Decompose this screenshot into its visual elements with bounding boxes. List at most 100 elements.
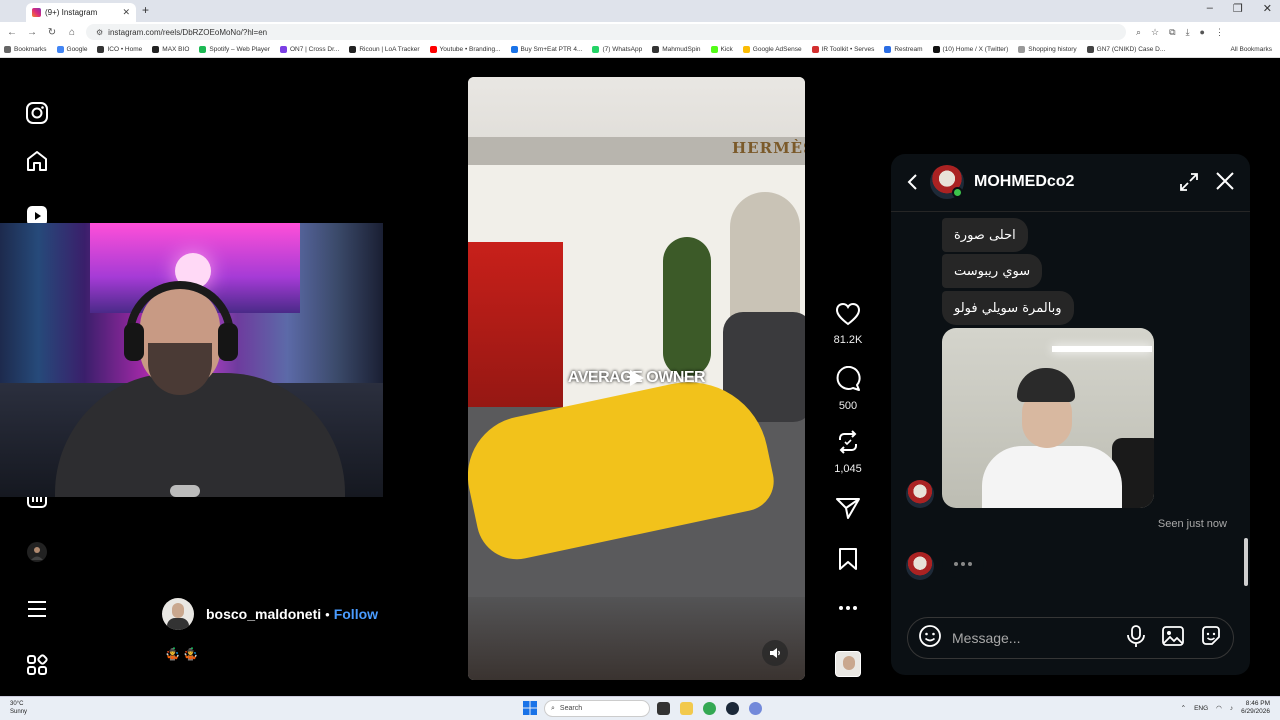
bookmark-label: Restream xyxy=(894,46,923,53)
bookmark-item[interactable]: Shopping history xyxy=(1018,46,1077,53)
discord-icon[interactable] xyxy=(749,702,762,715)
weather-widget[interactable]: 30°C Sunny xyxy=(10,700,27,716)
bookmark-label: Google AdSense xyxy=(752,46,802,53)
bookmark-item[interactable]: Google AdSense xyxy=(742,46,802,53)
dm-header: MOHMEDco2 xyxy=(891,154,1250,212)
zoom-icon[interactable]: ⌕ xyxy=(1136,27,1141,38)
send-icon xyxy=(836,498,860,519)
maximize-button[interactable]: ❐ xyxy=(1233,2,1243,15)
save-button[interactable] xyxy=(826,547,870,576)
author-username[interactable]: bosco_maldoneti xyxy=(206,606,321,622)
taskbar-search[interactable]: ⌕ Search xyxy=(544,700,650,717)
emoji-icon[interactable] xyxy=(918,624,942,653)
site-info-icon[interactable]: ⚙ xyxy=(96,28,103,37)
original-audio-thumbnail[interactable] xyxy=(835,651,861,677)
volume-icon[interactable] xyxy=(762,640,788,666)
task-view-icon[interactable] xyxy=(657,702,670,715)
url-field[interactable]: ⚙ instagram.com/reels/DbRZOEoMoNo/?hl=en xyxy=(86,24,1126,40)
star-icon[interactable]: ☆ xyxy=(1151,27,1159,38)
dm-scrollbar[interactable] xyxy=(1244,218,1248,590)
home-icon[interactable] xyxy=(24,148,50,174)
comment-button[interactable]: 500 xyxy=(826,365,870,412)
tray-chevron-icon[interactable]: ⌃ xyxy=(1181,704,1186,712)
profile-avatar[interactable] xyxy=(24,539,50,565)
sender-avatar[interactable] xyxy=(906,552,934,580)
browser-tab[interactable]: (9+) Instagram ✕ xyxy=(26,3,136,22)
bookmark-item[interactable]: Buy Sm+Eat PTR 4... xyxy=(510,46,582,53)
profile-icon[interactable]: ● xyxy=(1200,27,1205,38)
forward-button[interactable]: → xyxy=(24,27,40,38)
microphone-icon[interactable] xyxy=(1125,624,1147,653)
extensions-icon[interactable]: ⧉ xyxy=(1169,27,1175,38)
close-icon[interactable] xyxy=(1214,170,1236,192)
sticker-icon[interactable] xyxy=(1199,624,1223,653)
sender-avatar[interactable] xyxy=(906,480,934,508)
reel-author: bosco_maldoneti • Follow xyxy=(162,598,378,630)
system-clock[interactable]: 8:46 PM 6/29/2026 xyxy=(1241,700,1270,716)
message-composer xyxy=(907,617,1234,659)
chrome-icon[interactable] xyxy=(703,702,716,715)
bookmark-item[interactable]: Kick xyxy=(710,46,733,53)
back-arrow-icon[interactable] xyxy=(903,172,923,192)
bookmark-item[interactable]: (10) Home / X (Twitter) xyxy=(932,46,1008,53)
author-avatar[interactable] xyxy=(162,598,194,630)
expand-icon[interactable] xyxy=(1179,172,1199,192)
menu-icon[interactable]: ⋮ xyxy=(1215,27,1224,38)
home-icon[interactable]: ⌂ xyxy=(64,27,80,38)
close-tab-icon[interactable]: ✕ xyxy=(122,7,130,18)
message-input[interactable] xyxy=(952,630,1102,646)
bookmark-item[interactable]: IR Toolkit • Serves xyxy=(811,46,874,53)
download-icon[interactable]: ⤓ xyxy=(1186,27,1190,38)
shared-photo-message[interactable] xyxy=(942,328,1154,508)
bookmark-item[interactable]: ICO • Home xyxy=(97,46,142,53)
bookmark-item[interactable]: MahmudSpin xyxy=(652,46,701,53)
bookmark-item[interactable]: Google xyxy=(56,46,87,53)
message-bubble[interactable]: وبالمرة سويلي فولو xyxy=(942,291,1074,325)
bookmark-favicon-icon xyxy=(510,46,518,53)
all-bookmarks-button[interactable]: All Bookmarks xyxy=(1230,46,1272,53)
bookmark-favicon-icon xyxy=(742,46,750,53)
instagram-favicon-icon xyxy=(32,8,41,17)
more-options-button[interactable] xyxy=(826,599,870,617)
steam-icon[interactable] xyxy=(726,702,739,715)
wifi-icon[interactable]: ◠ xyxy=(1216,704,1222,712)
search-icon: ⌕ xyxy=(551,704,555,712)
play-icon[interactable] xyxy=(621,363,651,393)
bookmark-item[interactable]: Youtube • Branding... xyxy=(429,46,501,53)
back-button[interactable]: ← xyxy=(4,27,20,38)
close-window-button[interactable]: ✕ xyxy=(1263,2,1272,15)
language-indicator[interactable]: ENG xyxy=(1194,705,1208,712)
repost-button[interactable]: 1,045 xyxy=(826,429,870,475)
like-button[interactable]: 81.2K xyxy=(826,302,870,346)
share-button[interactable] xyxy=(826,496,870,525)
message-bubble[interactable]: احلى صورة xyxy=(942,218,1028,252)
repost-count: 1,045 xyxy=(834,463,862,475)
follow-button[interactable]: Follow xyxy=(334,606,378,622)
bookmark-item[interactable]: Restream xyxy=(884,46,923,53)
bookmark-item[interactable]: Spotify – Web Player xyxy=(199,46,270,53)
streamer-webcam-overlay xyxy=(0,223,383,497)
video-tree xyxy=(663,237,711,377)
contact-name[interactable]: MOHMEDco2 xyxy=(974,173,1074,191)
bookmark-item[interactable]: (7) WhatsApp xyxy=(592,46,642,53)
more-menu-icon[interactable] xyxy=(24,596,50,622)
new-tab-button[interactable]: + xyxy=(142,3,149,17)
bookmark-favicon-icon xyxy=(199,46,207,53)
reel-video[interactable]: HERMÈS AVERAGE OWNER xyxy=(468,77,805,680)
windows-start-icon[interactable] xyxy=(523,701,537,715)
window-controls: – ❐ ✕ xyxy=(1207,2,1272,15)
headset-left-cup xyxy=(124,323,144,361)
reload-button[interactable]: ↻ xyxy=(44,27,60,38)
bookmark-item[interactable]: Bookmarks xyxy=(4,46,47,53)
bookmark-item[interactable]: ON7 | Cross Dr... xyxy=(279,46,339,53)
instagram-logo-icon[interactable] xyxy=(24,100,50,126)
bookmark-item[interactable]: GN7 (CNIKD) Case D... xyxy=(1086,46,1165,53)
also-from-meta-icon[interactable] xyxy=(24,652,50,678)
bookmark-item[interactable]: MAX BIO xyxy=(152,46,189,53)
minimize-button[interactable]: – xyxy=(1207,2,1213,15)
speaker-icon[interactable]: ♪ xyxy=(1230,705,1233,712)
image-icon[interactable] xyxy=(1161,624,1185,653)
bookmark-item[interactable]: Ricoun | LoA Tracker xyxy=(349,46,420,53)
message-bubble[interactable]: سوي ريبوست xyxy=(942,254,1043,288)
file-explorer-icon[interactable] xyxy=(680,702,693,715)
